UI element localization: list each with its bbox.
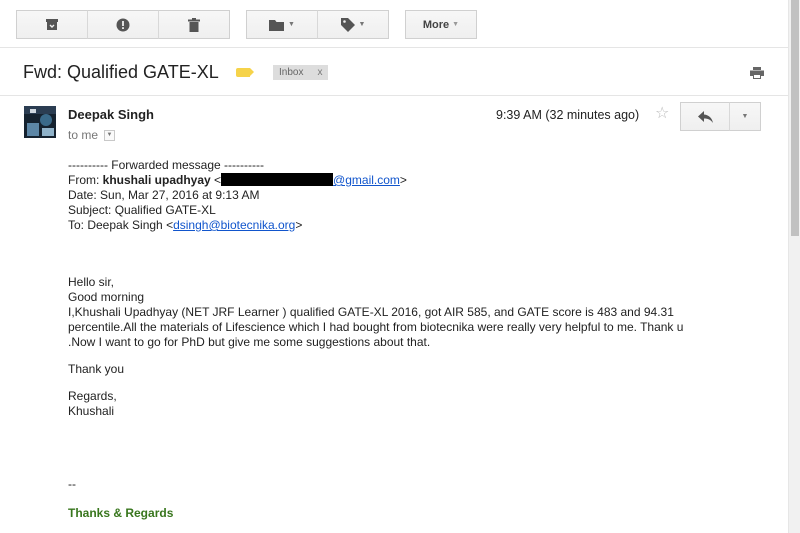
tag-icon bbox=[340, 17, 355, 32]
subject-row: Fwd: Qualified GATE-XL bbox=[0, 48, 788, 96]
signature-separator: -- bbox=[68, 477, 76, 491]
inbox-label-tag[interactable]: Inbox x bbox=[273, 65, 329, 80]
forward-date-line: Date: Sun, Mar 27, 2016 at 9:13 AM bbox=[68, 188, 260, 202]
avatar-image bbox=[24, 106, 56, 138]
message-subject: Fwd: Qualified GATE-XL bbox=[23, 62, 219, 82]
redaction-bar bbox=[221, 173, 334, 186]
remove-label-button[interactable]: x bbox=[317, 65, 322, 80]
trash-icon bbox=[188, 17, 200, 32]
signature-thanks: Thanks & Regards bbox=[68, 506, 174, 520]
to-email-link[interactable]: dsingh@biotecnika.org bbox=[173, 218, 295, 232]
from-prefix: From: bbox=[68, 173, 103, 187]
message-timestamp: 9:39 AM (32 minutes ago) bbox=[496, 108, 640, 122]
to-close-bracket: > bbox=[295, 218, 303, 232]
show-details-chevron-icon[interactable]: ▼ bbox=[104, 129, 116, 141]
reply-button[interactable] bbox=[680, 102, 730, 131]
archive-icon bbox=[46, 19, 58, 30]
forward-header: ---------- Forwarded message ---------- bbox=[68, 158, 264, 172]
more-actions-button[interactable]: ▼ bbox=[729, 102, 761, 131]
forward-to-line: To: Deepak Singh <dsingh@biotecnika.org> bbox=[68, 218, 748, 233]
scrollbar-thumb[interactable] bbox=[791, 0, 799, 236]
chevron-down-icon: ▼ bbox=[452, 21, 460, 28]
forward-from-line: From: khushali upadhyay < @gmail.com> bbox=[68, 173, 748, 188]
body-paragraph-line: I,Khushali Upadhyay (NET JRF Learner ) q… bbox=[68, 305, 674, 319]
from-email-link[interactable]: @gmail.com bbox=[333, 173, 400, 187]
delete-button[interactable] bbox=[158, 10, 230, 39]
important-marker-icon[interactable] bbox=[236, 68, 254, 77]
message-body: ---------- Forwarded message ---------- … bbox=[68, 158, 748, 521]
to-me-text: to me bbox=[68, 128, 99, 142]
star-icon[interactable]: ☆ bbox=[655, 105, 669, 123]
action-button-group bbox=[16, 10, 230, 39]
signer-name: Khushali bbox=[68, 404, 115, 418]
labels-button[interactable]: ▼ bbox=[317, 10, 389, 39]
body-paragraph-line: percentile.All the materials of Lifescie… bbox=[68, 320, 684, 334]
to-prefix: To: Deepak Singh < bbox=[68, 218, 174, 232]
chevron-down-icon: ▼ bbox=[288, 21, 295, 28]
organize-button-group: ▼ ▼ bbox=[246, 10, 389, 39]
chevron-down-icon: ▼ bbox=[741, 113, 749, 120]
sender-name[interactable]: Deepak Singh bbox=[68, 107, 154, 122]
more-button[interactable]: More ▼ bbox=[405, 10, 477, 39]
sender-avatar[interactable] bbox=[24, 106, 56, 138]
move-to-button[interactable]: ▼ bbox=[246, 10, 318, 39]
print-icon[interactable] bbox=[750, 67, 764, 79]
inbox-label-text: Inbox bbox=[279, 67, 304, 78]
archive-button[interactable] bbox=[16, 10, 88, 39]
recipient-summary: to me ▼ bbox=[68, 128, 116, 142]
report-spam-button[interactable] bbox=[87, 10, 159, 39]
reply-button-group: ▼ bbox=[680, 102, 761, 131]
body-paragraph-line: .Now I want to go for PhD but give me so… bbox=[68, 335, 431, 349]
thank-you-line: Thank you bbox=[68, 362, 125, 376]
greeting-line: Hello sir, bbox=[68, 275, 115, 289]
more-button-group: More ▼ bbox=[405, 10, 477, 39]
folder-icon bbox=[269, 19, 285, 31]
from-close-bracket: > bbox=[399, 173, 407, 187]
scrollbar[interactable] bbox=[788, 0, 800, 533]
forward-subject-line: Subject: Qualified GATE-XL bbox=[68, 203, 216, 217]
from-open-bracket: < bbox=[210, 173, 222, 187]
greeting-line-2: Good morning bbox=[68, 290, 145, 304]
from-name: khushali upadhyay bbox=[102, 173, 211, 187]
toolbar: ▼ ▼ More ▼ bbox=[0, 0, 788, 48]
reply-icon bbox=[697, 110, 713, 123]
more-label: More bbox=[422, 18, 450, 31]
chevron-down-icon: ▼ bbox=[358, 21, 366, 28]
regards-line: Regards, bbox=[68, 389, 117, 403]
report-spam-icon bbox=[116, 18, 130, 31]
